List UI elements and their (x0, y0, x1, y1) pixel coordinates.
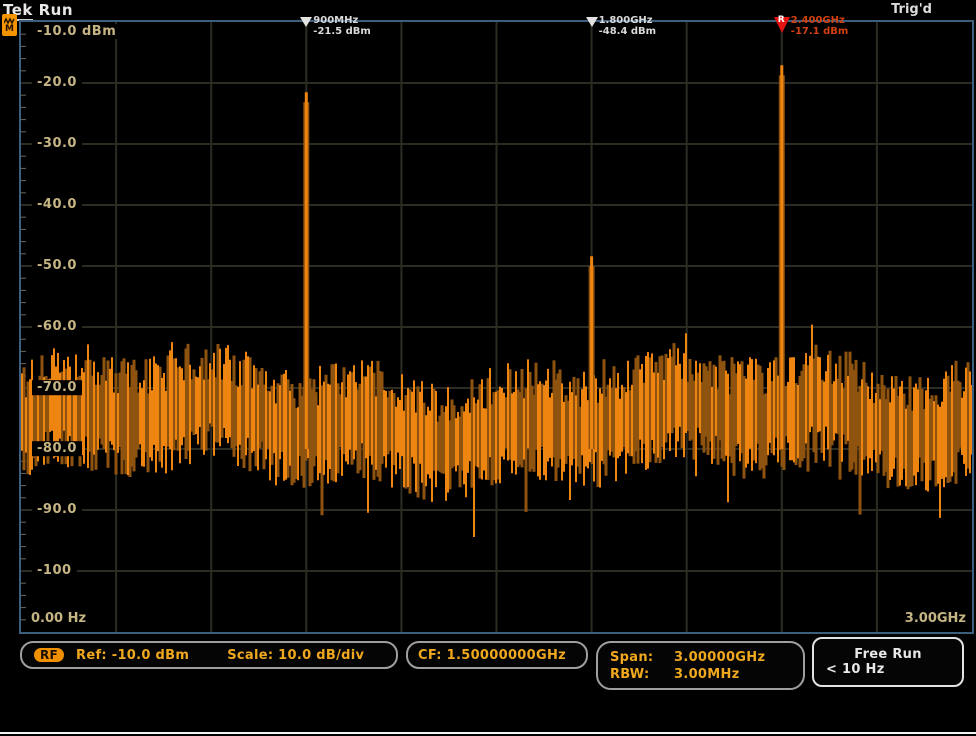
rf-channel-badge[interactable]: M (2, 14, 17, 36)
marker-triangle-icon (586, 17, 598, 27)
x-axis-start-label: 0.00 Hz (27, 611, 90, 626)
screen-bottom-edge (0, 732, 976, 734)
spectrum-plot (21, 22, 972, 632)
y-axis-label: -70.0 (32, 380, 82, 395)
ref-level-label: -10.0 dBm (32, 24, 121, 39)
y-axis-label: -80.0 (32, 441, 82, 456)
span-label: Span: (610, 650, 674, 665)
trigger-mode-readout[interactable]: Free Run < 10 Hz (812, 637, 964, 687)
y-axis-label: -40.0 (32, 197, 82, 212)
marker-r-label: R (778, 16, 785, 25)
peak-marker: 1.800GHz-48.4 dBm (592, 17, 598, 27)
span-row: Span:3.00000GHz (610, 650, 791, 665)
acquisition-status: Run (39, 1, 73, 19)
rbw-value: 3.00MHz (674, 667, 740, 682)
spectrum-graticule: -10.0 dBm -20.0 -30.0 -40.0 -50.0 -60.0 -70.0… (19, 20, 974, 634)
trigger-status: Trig'd (891, 2, 932, 17)
y-axis-label: -50.0 (32, 258, 82, 273)
span-value: 3.00000GHz (674, 650, 765, 665)
trigger-mode: Free Run (814, 647, 962, 662)
marker-readout: 1.800GHz-48.4 dBm (599, 15, 657, 37)
y-axis-label: -30.0 (32, 136, 82, 151)
center-frequency-readout[interactable]: CF: 1.50000000GHz (406, 641, 588, 669)
scale-readout: Scale: 10.0 dB/div (227, 648, 364, 663)
marker-readout: 2.400GHz-17.1 dBm (791, 15, 849, 37)
rbw-row: RBW:3.00MHz (610, 667, 791, 682)
peak-marker: 900MHz-21.5 dBm (306, 17, 312, 27)
cf-value: CF: 1.50000000GHz (418, 648, 566, 663)
rf-badge: RF (34, 648, 64, 662)
rf-ref-scale-readout[interactable]: RF Ref: -10.0 dBm Scale: 10.0 dB/div (20, 641, 398, 669)
trigger-rate: < 10 Hz (814, 662, 962, 677)
marker-readout: 900MHz-21.5 dBm (313, 15, 371, 37)
y-axis-label: -60.0 (32, 319, 82, 334)
reference-marker: R2.400GHz-17.1 dBm (782, 17, 790, 33)
y-axis-label: -100 (32, 563, 77, 578)
y-axis-label: -90.0 (32, 502, 82, 517)
span-rbw-readout[interactable]: Span:3.00000GHz RBW:3.00MHz (596, 641, 805, 690)
oscilloscope-screen: Tek Run Trig'd M -10.0 dBm -20.0-30.0-40… (0, 0, 976, 736)
rbw-label: RBW: (610, 667, 674, 682)
x-axis-end-label: 3.00GHz (901, 611, 970, 626)
ref-level-readout: Ref: -10.0 dBm (76, 648, 189, 663)
math-badge-label: M (5, 25, 14, 34)
marker-triangle-icon (300, 17, 312, 27)
y-axis-label: -20.0 (32, 75, 82, 90)
